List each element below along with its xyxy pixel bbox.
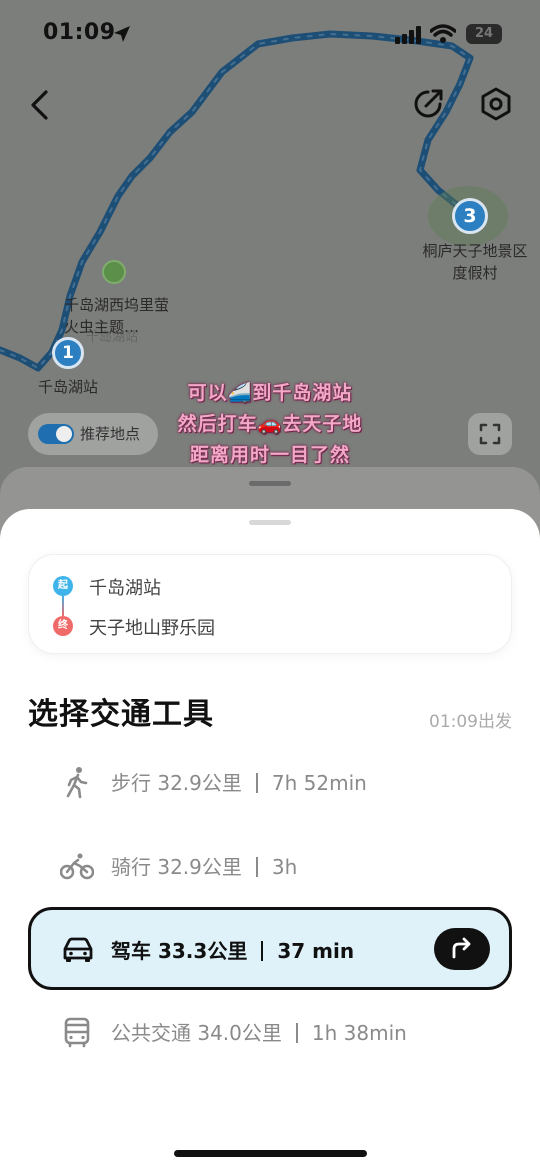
mode-walk-name: 步行 [111,771,151,795]
mode-bike[interactable]: 骑行 32.9公里 3h [28,825,512,905]
mode-drive-duration: 37 min [277,939,355,963]
mode-transit-text: 公共交通 34.0公里 1h 38min [111,1017,407,1046]
end-badge: 终 [53,616,73,636]
fullscreen-button[interactable] [468,413,512,455]
start-pin[interactable]: 1 [52,337,84,369]
separator [261,941,264,961]
separator [255,773,258,793]
station-label[interactable]: 千岛湖站 [38,376,98,398]
end-place[interactable]: 天子地山野乐园 [89,614,215,640]
end-pin[interactable]: 3 [452,198,488,234]
mode-drive[interactable]: 驾车 33.3公里 37 min [28,907,512,990]
recommend-places-label: 推荐地点 [80,425,141,443]
caption-line-1: 可以🚄到千岛湖站 [187,382,353,404]
back-button[interactable] [26,88,54,122]
walk-icon [66,767,88,799]
caption-line-3: 距离用时一目了然 [189,444,350,466]
mode-transit-distance: 34.0公里 [197,1021,282,1045]
mode-bike-distance: 32.9公里 [157,855,242,879]
battery-indicator: 24 [466,24,502,44]
bus-icon [64,1017,90,1048]
turn-right-arrow-icon [452,937,471,959]
toggle-switch[interactable] [38,424,74,444]
status-bar: 01:09 24 [0,0,540,70]
background-sheet-handle [249,481,291,486]
recommend-places-toggle[interactable]: 推荐地点 [28,413,158,455]
mode-bike-name: 骑行 [111,855,151,879]
share-route-button[interactable] [410,86,446,122]
depart-time[interactable]: 01:09出发 [429,707,512,732]
transport-sheet: 起 终 千岛湖站 天子地山野乐园 选择交通工具 01:09出发 步行 32.9公… [0,509,540,1168]
mode-bike-duration: 3h [271,855,298,879]
separator [295,1023,298,1043]
section-title: 选择交通工具 [28,697,214,732]
home-indicator[interactable] [174,1150,367,1157]
location-arrow-icon [114,26,130,42]
caption-overlay: 可以🚄到千岛湖站 然后打车🚗去天子地 距离用时一目了然 [140,378,400,471]
route-connector [62,596,64,616]
mode-transit-name: 公共交通 [111,1021,191,1045]
sheet-drag-handle[interactable] [249,520,291,525]
cellular-signal-icon [395,26,421,44]
mode-transit-duration: 1h 38min [311,1021,407,1045]
start-badge: 起 [53,576,73,596]
separator [255,857,258,877]
mode-drive-text: 驾车 33.3公里 37 min [111,935,354,964]
caption-line-2: 然后打车🚗去天子地 [177,413,363,435]
route-endpoints-card: 起 终 千岛湖站 天子地山野乐园 [28,554,512,654]
settings-button[interactable] [478,86,514,122]
status-time: 01:09 [43,20,116,45]
mode-walk-duration: 7h 52min [271,771,367,795]
resort-label[interactable]: 桐庐天子地景区度假村 [420,240,530,284]
mode-drive-distance: 33.3公里 [157,939,248,963]
mode-drive-name: 驾车 [111,939,151,963]
bike-icon [60,853,94,880]
mode-walk[interactable]: 步行 32.9公里 7h 52min [28,741,512,821]
start-navigation-button[interactable] [434,928,490,970]
car-icon [63,937,93,962]
poi-marker-icon[interactable] [102,260,126,284]
mode-transit[interactable]: 公共交通 34.0公里 1h 38min [28,991,512,1071]
start-place[interactable]: 千岛湖站 [89,574,161,600]
station-ghost-label: 千岛湖站 [86,330,139,345]
mode-walk-text: 步行 32.9公里 7h 52min [111,767,367,796]
wifi-icon [430,24,456,43]
mode-walk-distance: 32.9公里 [157,771,242,795]
fullscreen-icon [479,423,501,445]
mode-bike-text: 骑行 32.9公里 3h [111,851,297,880]
